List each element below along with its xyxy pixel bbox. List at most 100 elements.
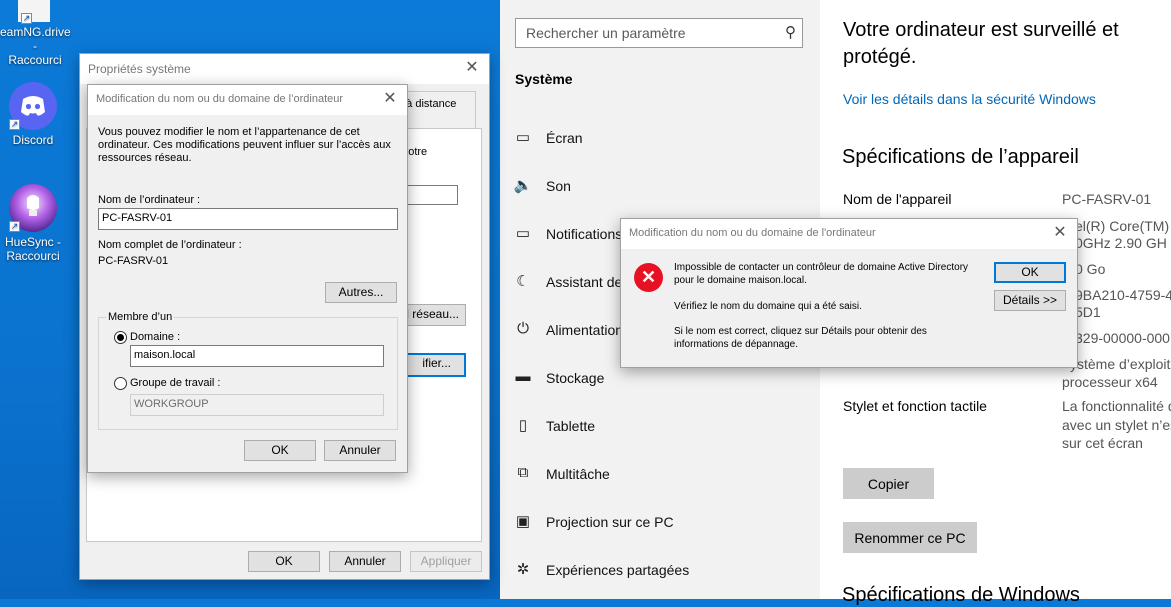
rename-pc-button[interactable]: Renommer ce PC xyxy=(843,522,977,553)
storage-icon: ▬ xyxy=(515,368,531,385)
desktop-icon-label: Raccourci xyxy=(6,249,60,263)
more-button[interactable]: Autres... xyxy=(325,282,397,303)
nav-item-son[interactable]: 🔈 Son xyxy=(512,171,812,201)
error-message: informations de dépannage. xyxy=(674,339,798,350)
nav-label: Projection sur ce PC xyxy=(546,514,674,530)
domain-radio[interactable] xyxy=(114,331,127,344)
domain-label: Domaine : xyxy=(130,331,181,343)
nav-item-experiences[interactable]: ✲ Expériences partagées xyxy=(512,555,812,585)
window-title: Propriétés système xyxy=(88,62,191,76)
nav-label: Notifications xyxy=(546,226,623,242)
cancel-button[interactable]: Annuler xyxy=(329,551,401,572)
spec-value: 5D1 xyxy=(1075,304,1101,320)
search-icon: ⚲ xyxy=(785,24,796,41)
nav-label: Multitâche xyxy=(546,466,610,482)
desktop-icon-label: eamNG.drive - xyxy=(0,25,71,53)
computer-name-field[interactable]: PC-FASRV-01 xyxy=(98,208,398,230)
nav-label: Assistant de xyxy=(546,274,623,290)
details-button[interactable]: Détails >> xyxy=(994,290,1066,311)
power-icon: ⏻ xyxy=(517,320,529,337)
ok-button[interactable]: OK xyxy=(994,262,1066,283)
ok-button[interactable]: OK xyxy=(248,551,320,572)
spec-value-pen: avec un stylet n’es xyxy=(1062,417,1171,433)
error-message: Impossible de contacter un contrôleur de… xyxy=(674,262,969,273)
full-name-value: PC-FASRV-01 xyxy=(98,255,169,267)
tablet-icon: ▯ xyxy=(518,417,528,434)
notification-icon: ▭ xyxy=(515,225,531,242)
window-title: Modification du nom ou du domaine de l’o… xyxy=(96,93,344,105)
nav-label: Écran xyxy=(546,130,583,146)
shortcut-arrow-icon: ↗ xyxy=(21,13,32,24)
close-icon[interactable]: ✕ xyxy=(1051,224,1069,242)
nav-label: Expériences partagées xyxy=(546,562,690,578)
rename-computer-dialog: Modification du nom ou du domaine de l’o… xyxy=(87,84,408,473)
desktop-icon-beamng[interactable]: ↗ eamNG.drive - Raccourci xyxy=(0,0,71,67)
security-title-line2: protégé. xyxy=(843,46,917,68)
spec-value-pen: La fonctionnalité d xyxy=(1062,398,1171,414)
close-icon[interactable]: ✕ xyxy=(381,90,399,108)
desktop-icon-label: Raccourci xyxy=(8,53,62,67)
shortcut-arrow-icon: ↗ xyxy=(9,221,20,232)
security-details-link[interactable]: Voir les détails dans la sécurité Window… xyxy=(843,91,1096,107)
huesync-icon: ↗ xyxy=(9,184,57,232)
domain-field[interactable]: maison.local xyxy=(130,345,384,367)
nav-item-tablette[interactable]: ▯ Tablette xyxy=(512,411,812,441)
window-titlebar[interactable]: Modification du nom ou du domaine de l'o… xyxy=(621,219,1077,249)
device-specs-heading: Spécifications de l’appareil xyxy=(842,146,1079,168)
member-of-label: Membre d’un xyxy=(106,311,175,323)
nav-item-projection[interactable]: ▣ Projection sur ce PC xyxy=(512,507,812,537)
computer-name-label: Nom de l’ordinateur : xyxy=(98,194,201,206)
discord-icon: ↗ xyxy=(9,82,57,130)
nav-label: Alimentation xyxy=(546,322,624,338)
cancel-button[interactable]: Annuler xyxy=(324,440,396,461)
copy-button[interactable]: Copier xyxy=(843,468,934,499)
share-icon: ✲ xyxy=(516,561,530,578)
shortcut-arrow-icon: ↗ xyxy=(9,119,20,130)
speaker-icon: 🔈 xyxy=(513,177,533,194)
file-icon: ↗ xyxy=(18,0,50,24)
ok-button[interactable]: OK xyxy=(244,440,316,461)
nav-item-multitache[interactable]: ⧉ Multitâche xyxy=(512,459,812,489)
nav-label: Tablette xyxy=(546,418,596,434)
desktop-icon-huesync[interactable]: ↗ HueSync - Raccourci xyxy=(0,184,68,263)
full-name-label: Nom complet de l’ordinateur : xyxy=(98,239,242,251)
workgroup-label: Groupe de travail : xyxy=(130,377,221,389)
spec-value-pen: sur cet écran xyxy=(1062,435,1143,451)
intro-text: ressources réseau. xyxy=(98,152,192,164)
nav-label: Son xyxy=(546,178,571,194)
settings-section-title: Système xyxy=(515,71,573,87)
moon-icon: ☾ xyxy=(516,273,530,290)
workgroup-radio[interactable] xyxy=(114,377,127,390)
desktop-icon-label: Discord xyxy=(12,133,54,147)
spec-value: 329-00000-000 xyxy=(1075,330,1170,346)
spec-value-device-name: PC-FASRV-01 xyxy=(1062,191,1152,207)
nav-label: Stockage xyxy=(546,370,605,386)
window-titlebar[interactable]: Propriétés système xyxy=(80,54,489,84)
settings-search-input[interactable]: Rechercher un paramètre ⚲ xyxy=(515,18,803,48)
search-placeholder: Rechercher un paramètre xyxy=(526,25,686,41)
window-titlebar[interactable]: Modification du nom ou du domaine de l’o… xyxy=(88,85,407,115)
workgroup-field[interactable]: WORKGROUP xyxy=(130,394,384,416)
tab-label: el xyxy=(397,112,473,128)
close-icon[interactable]: ✕ xyxy=(463,59,481,77)
tab-label: n à distance xyxy=(397,98,457,110)
spec-value: 9BA210-4759-4 xyxy=(1075,287,1171,303)
apply-button[interactable]: Appliquer xyxy=(410,551,482,572)
error-message: Vérifiez le nom du domaine qui a été sai… xyxy=(674,301,862,312)
intro-text: Vous pouvez modifier le nom et l’apparte… xyxy=(98,126,360,138)
spec-value: 0 Go xyxy=(1075,261,1106,277)
multitask-icon: ⧉ xyxy=(517,464,529,481)
error-icon: ✕ xyxy=(634,263,663,292)
nav-item-ecran[interactable]: ▭ Écran xyxy=(512,123,812,153)
spec-value: processeur x64 xyxy=(1062,374,1158,390)
windows-specs-heading: Spécifications de Windows xyxy=(842,584,1080,606)
desktop-icon-discord[interactable]: ↗ Discord xyxy=(0,82,68,147)
security-title: Votre ordinateur est surveillé et xyxy=(843,19,1119,41)
error-message: Si le nom est correct, cliquez sur Détai… xyxy=(674,326,927,337)
display-icon: ▭ xyxy=(515,129,531,146)
spec-value: el(R) Core(TM) xyxy=(1075,218,1170,234)
projection-icon: ▣ xyxy=(515,513,531,530)
intro-text: ordinateur. Ces modifications peuvent in… xyxy=(98,139,391,151)
tab-remote[interactable]: n à distance el xyxy=(396,91,476,128)
spec-label-pen: Stylet et fonction tactile xyxy=(843,398,987,414)
